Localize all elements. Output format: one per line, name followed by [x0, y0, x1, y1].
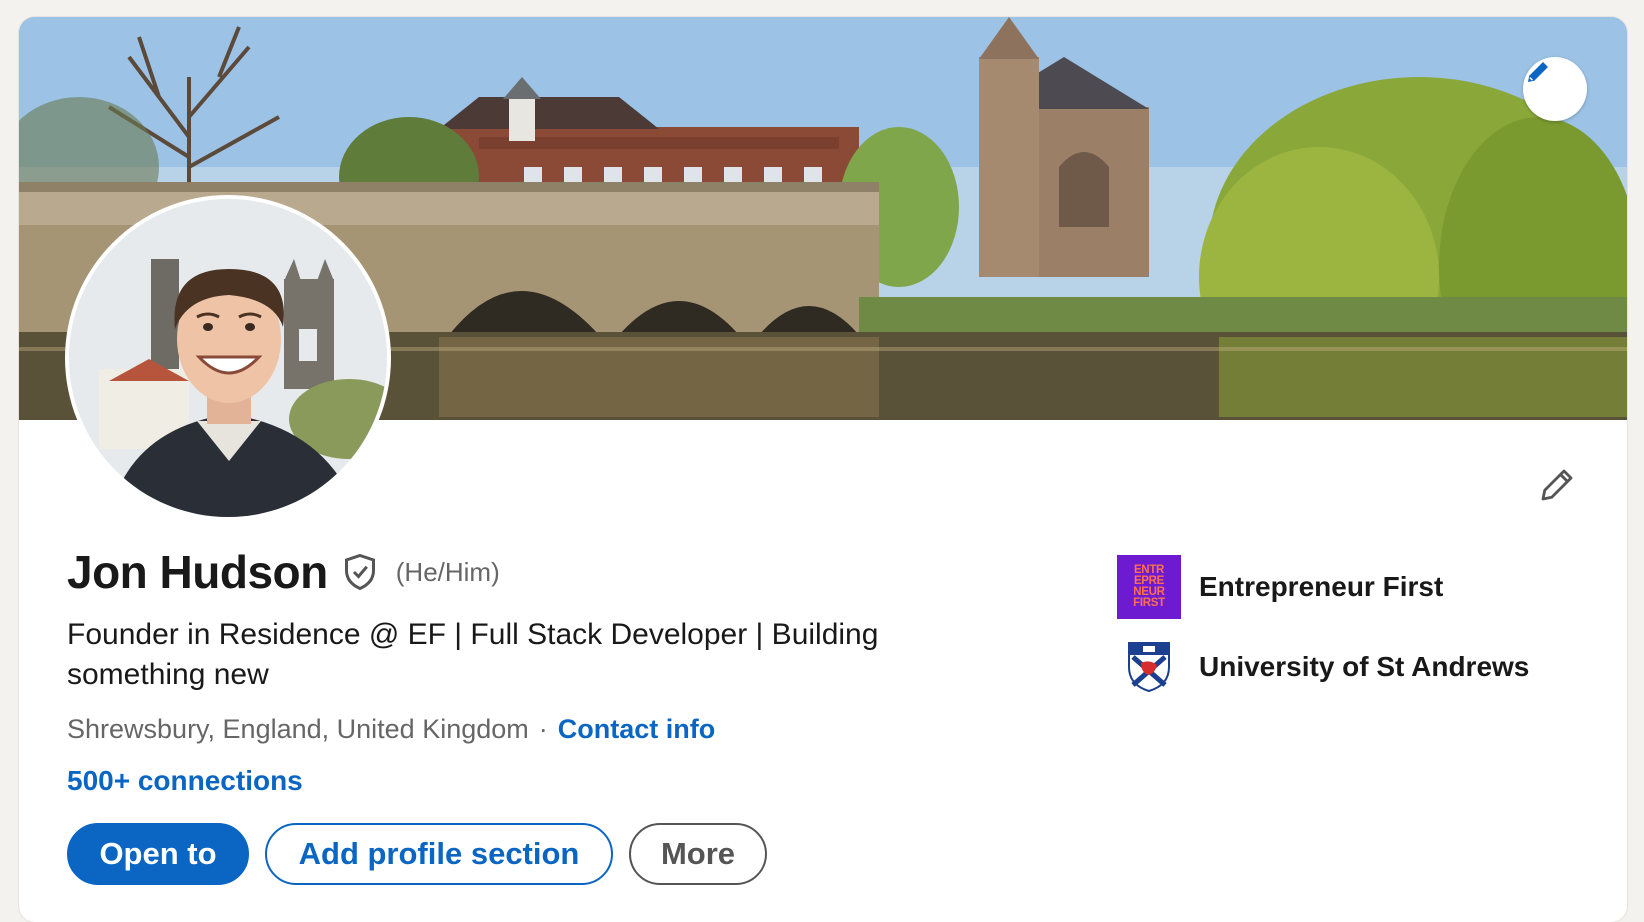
avatar-image [69, 199, 387, 517]
university-crest-logo [1117, 635, 1181, 699]
open-to-button[interactable]: Open to [67, 823, 249, 885]
organization-list: ENTR EPRE NEUR FIRST Entrepreneur First … [1117, 555, 1529, 715]
more-button[interactable]: More [629, 823, 767, 885]
shield-check-icon[interactable] [342, 552, 380, 592]
org-name: University of St Andrews [1199, 651, 1530, 682]
location-row: Shrewsbury, England, United Kingdom · Co… [67, 714, 715, 745]
profile-headline: Founder in Residence @ EF | Full Stack D… [67, 618, 879, 691]
contact-info-link[interactable]: Contact info [558, 714, 715, 745]
pronouns: (He/Him) [395, 556, 500, 587]
entrepreneur-first-logo: ENTR EPRE NEUR FIRST [1117, 555, 1181, 619]
connections-link[interactable]: 500+ connections [67, 765, 303, 797]
profile-actions: Open to Add profile section More [67, 823, 767, 885]
profile-name: Jon Hudson [67, 546, 328, 598]
edit-intro-button[interactable] [1529, 457, 1585, 513]
pencil-icon [1528, 62, 1548, 82]
location-text: Shrewsbury, England, United Kingdom [67, 714, 529, 744]
org-name: Entrepreneur First [1199, 571, 1444, 602]
profile-photo[interactable] [65, 195, 391, 521]
profile-card: Jon Hudson (He/Him) Founder in Residence… [19, 17, 1627, 922]
org-item-university-of-st-andrews[interactable]: University of St Andrews [1117, 635, 1529, 699]
edit-cover-button[interactable] [1523, 57, 1587, 121]
name-row: Jon Hudson (He/Him) [67, 545, 500, 599]
org-item-entrepreneur-first[interactable]: ENTR EPRE NEUR FIRST Entrepreneur First [1117, 555, 1529, 619]
separator-dot: · [538, 714, 548, 744]
add-profile-section-button[interactable]: Add profile section [265, 823, 613, 885]
pencil-outline-icon [1541, 469, 1573, 501]
avatar [69, 199, 387, 517]
